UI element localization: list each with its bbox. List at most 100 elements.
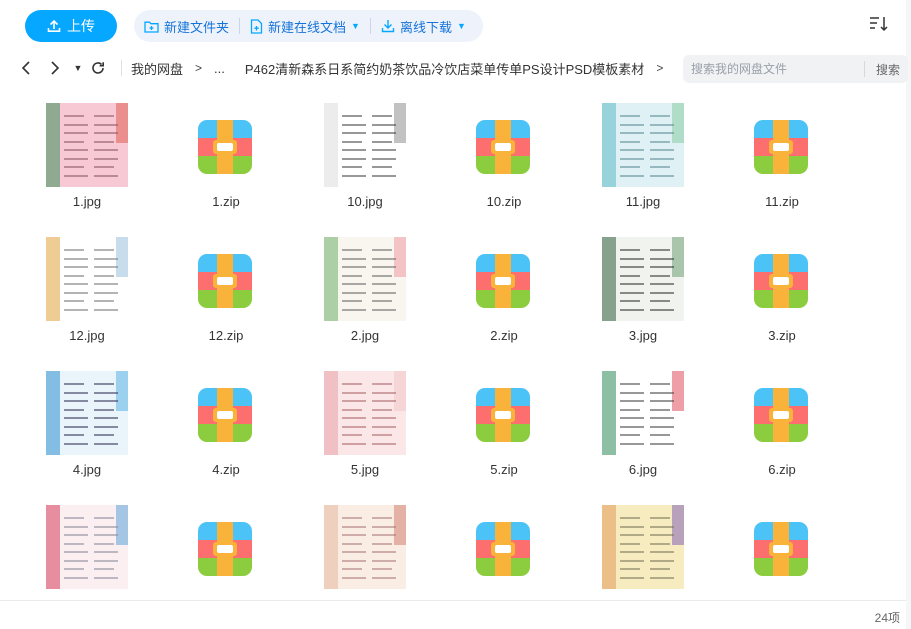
upload-button[interactable]: 上传 — [25, 10, 117, 42]
image-thumbnail — [602, 371, 684, 455]
file-name: 1.jpg — [72, 194, 102, 209]
history-dropdown-icon[interactable]: ▼ — [68, 58, 88, 78]
file-item[interactable]: 2.zip — [454, 228, 554, 348]
zip-icon-part — [773, 411, 789, 419]
file-name: 9.jpg — [593, 596, 693, 598]
thumbnail-text-line — [342, 542, 362, 545]
new-folder-button[interactable]: 新建文件夹 — [134, 10, 239, 42]
file-item[interactable]: 9.zip — [732, 496, 832, 598]
thumbnail-text-line — [64, 425, 88, 428]
search-box: 搜索 — [683, 55, 908, 83]
thumbnail-text-line — [650, 517, 670, 519]
file-item[interactable]: 8.zip — [454, 496, 554, 598]
back-icon[interactable] — [16, 58, 36, 78]
file-item[interactable]: 10.zip — [454, 94, 554, 214]
breadcrumb-ellipsis[interactable]: ... — [214, 61, 225, 76]
thumbnail-text-line — [342, 249, 362, 251]
file-item[interactable]: 6.zip — [732, 362, 832, 482]
file-item[interactable]: 8.jpg — [315, 496, 415, 598]
thumbnail-text-line — [64, 274, 84, 277]
thumbnail-text-line — [342, 115, 362, 117]
file-name: 12.jpg — [69, 328, 105, 343]
thumbnail-text-line — [620, 534, 644, 536]
thumbnail-text-line — [650, 283, 674, 285]
thumbnail-text-line — [620, 249, 640, 251]
thumbnail-text-line — [64, 300, 84, 302]
thumbnail-text-line — [342, 140, 362, 143]
thumbnail-text-line — [94, 174, 118, 177]
thumbnail-text-line — [94, 115, 114, 117]
thumbnail-text-line — [650, 291, 674, 294]
file-item[interactable]: 7.zip — [176, 496, 276, 598]
sort-icon[interactable] — [868, 14, 890, 34]
thumbnail-text-line — [372, 383, 392, 385]
file-item[interactable]: 1.zip — [176, 94, 276, 214]
thumbnail-text-line — [620, 257, 644, 260]
thumbnail-text-line — [650, 174, 674, 177]
file-item[interactable]: 4.jpg — [37, 362, 137, 482]
thumbnail-text-line — [94, 266, 118, 268]
thumbnail-text-line — [650, 308, 674, 311]
file-name: 9.zip — [732, 596, 832, 598]
thumbnail-text-line — [620, 132, 644, 134]
thumbnail-text-line — [94, 132, 118, 134]
file-item[interactable]: 12.jpg — [37, 228, 137, 348]
file-item[interactable]: 11.zip — [732, 94, 832, 214]
file-item[interactable]: 12.zip — [176, 228, 276, 348]
file-item[interactable]: 6.jpg — [593, 362, 693, 482]
thumbnail-text-line — [372, 149, 396, 151]
file-item[interactable]: 5.zip — [454, 362, 554, 482]
refresh-icon[interactable] — [88, 58, 108, 78]
thumbnail-text-line — [620, 417, 644, 419]
thumbnail-text-line — [372, 568, 392, 570]
file-item[interactable]: 3.zip — [732, 228, 832, 348]
thumbnail-text-line — [620, 266, 644, 268]
file-item[interactable]: 7.jpg — [37, 496, 137, 598]
file-item[interactable]: 3.jpg — [593, 228, 693, 348]
offline-download-button[interactable]: 离线下载 ▼ — [371, 10, 476, 42]
thumbnail-text-line — [620, 391, 644, 394]
thumbnail-text-line — [372, 283, 396, 285]
file-item[interactable]: 9.jpg — [593, 496, 693, 598]
image-thumbnail — [324, 505, 406, 589]
thumbnail-text-line — [342, 551, 366, 553]
thumbnail-text-line — [342, 417, 366, 419]
breadcrumb: 我的网盘 > ... P462清新森系日系简约奶茶饮品冷饮店菜单传单PS设计PS… — [131, 50, 663, 86]
image-thumbnail — [324, 103, 406, 187]
thumbnail-text-line — [342, 266, 366, 268]
thumbnail-text-line — [650, 123, 674, 126]
file-item[interactable]: 4.zip — [176, 362, 276, 482]
thumbnail-text-line — [342, 257, 366, 260]
file-item[interactable]: 2.jpg — [315, 228, 415, 348]
zip-icon-part — [217, 277, 233, 285]
thumbnail-text-line — [650, 417, 674, 419]
thumbnail-text-line — [650, 266, 674, 268]
image-thumbnail — [602, 103, 684, 187]
search-input[interactable] — [683, 62, 863, 76]
file-item[interactable]: 11.jpg — [593, 94, 693, 214]
new-folder-icon — [144, 21, 159, 33]
thumbnail-text-line — [94, 442, 118, 445]
search-button[interactable]: 搜索 — [876, 61, 900, 78]
file-item[interactable]: 10.jpg — [315, 94, 415, 214]
image-thumbnail — [324, 371, 406, 455]
file-item[interactable]: 5.jpg — [315, 362, 415, 482]
file-item[interactable]: 1.jpg — [37, 94, 137, 214]
thumbnail-decoration — [324, 103, 338, 187]
forward-icon[interactable] — [45, 58, 65, 78]
thumbnail-text-line — [342, 149, 366, 151]
caret-down-icon: ▼ — [351, 21, 360, 31]
thumbnail-text-line — [650, 132, 674, 134]
breadcrumb-home[interactable]: 我的网盘 — [131, 59, 183, 78]
thumbnail-text-line — [620, 283, 644, 285]
breadcrumb-current[interactable]: P462清新森系日系简约奶茶饮品冷饮店菜单传单PS设计PSD模板素材 — [245, 59, 644, 78]
thumbnail-text-line — [372, 551, 396, 553]
thumbnail-text-line — [94, 391, 118, 394]
thumbnail-text-line — [64, 551, 88, 553]
thumbnail-text-line — [64, 140, 84, 143]
thumbnail-text-line — [372, 140, 392, 143]
thumbnail-decoration — [324, 371, 338, 455]
new-doc-button[interactable]: 新建在线文档 ▼ — [240, 10, 370, 42]
zip-icon-part — [495, 143, 511, 151]
zip-archive-icon — [754, 522, 808, 576]
